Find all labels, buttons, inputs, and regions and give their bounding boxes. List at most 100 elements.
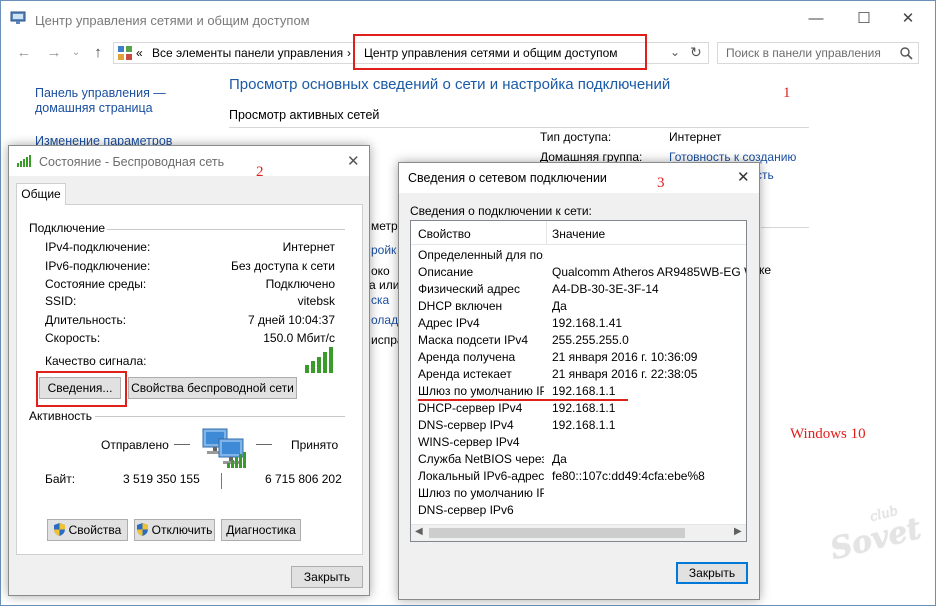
scroll-right-icon[interactable]: ▶ <box>734 526 742 537</box>
status-dialog: Состояние - Беспроводная сеть ✕ Общие По… <box>8 145 370 596</box>
back-arrow-icon[interactable]: ← <box>15 43 33 63</box>
access-type-label: Тип доступа: <box>540 130 612 144</box>
active-networks-label: Просмотр активных сетей <box>229 108 380 122</box>
breadcrumb-separator: › <box>347 46 351 60</box>
partial-text-2: метр <box>371 219 398 233</box>
row-duration-label: Длительность: <box>45 313 127 327</box>
control-panel-icon <box>118 46 132 60</box>
list-row[interactable]: Физический адрес A4-DB-30-3E-3F-14 <box>411 281 746 298</box>
sidebar-home-link-line2[interactable]: домашняя страница <box>35 101 153 115</box>
minimize-button[interactable]: — <box>801 9 831 29</box>
row-speed-value: 150.0 Мбит/с <box>263 331 335 345</box>
horizontal-scrollbar[interactable]: ◀ ▶ <box>411 524 746 541</box>
list-row[interactable]: Определенный для по... <box>411 247 746 264</box>
row-speed-label: Скорость: <box>45 331 101 345</box>
bytes-received-value: 6 715 806 202 <box>265 472 342 486</box>
list-row[interactable]: Адрес IPv4 192.168.1.41 <box>411 315 746 332</box>
signal-strength-icon <box>305 347 333 373</box>
status-close-icon[interactable]: ✕ <box>347 152 360 170</box>
window-title: Центр управления сетями и общим доступом <box>35 13 310 28</box>
column-header-value[interactable]: Значение <box>552 227 605 241</box>
breadcrumb-parent[interactable]: Все элементы панели управления <box>152 46 343 60</box>
list-row[interactable]: DNS-сервер IPv4 192.168.1.1 <box>411 417 746 434</box>
scrollbar-thumb[interactable] <box>429 528 685 538</box>
list-row[interactable]: Служба NetBIOS черезе... Да <box>411 451 746 468</box>
forward-arrow-icon[interactable]: → <box>45 43 63 63</box>
list-row[interactable]: Шлюз по умолчанию IP... <box>411 485 746 502</box>
watermark-logo: club Sovet <box>824 498 934 589</box>
breadcrumb-root[interactable]: « <box>136 46 143 60</box>
column-divider[interactable] <box>546 221 547 245</box>
row-value: 192.168.1.1 <box>552 401 616 415</box>
list-row[interactable]: Маска подсети IPv4 255.255.255.0 <box>411 332 746 349</box>
recent-pages-chevron-icon[interactable]: ⌄ <box>67 43 85 63</box>
partial-text-right: ке <box>759 263 772 277</box>
signal-bars-icon <box>17 155 31 167</box>
details-close-button[interactable]: Закрыть <box>676 562 748 584</box>
maximize-button[interactable]: ☐ <box>849 9 879 29</box>
connection-group-label: Подключение <box>29 221 106 235</box>
properties-button[interactable]: Свойства <box>47 519 128 541</box>
details-caption: Сведения о подключении к сети: <box>410 204 592 218</box>
section-divider-right <box>761 227 809 228</box>
row-value: Да <box>552 299 567 313</box>
list-row[interactable]: Аренда получена 21 января 2016 г. 10:36:0… <box>411 349 746 366</box>
row-ipv4-value: Интернет <box>282 240 335 254</box>
wireless-properties-button[interactable]: Свойства беспроводной сети <box>128 377 297 399</box>
list-row-default-gateway[interactable]: Шлюз по умолчанию IP... 192.168.1.1 <box>411 383 746 400</box>
tab-general[interactable]: Общие <box>16 183 66 205</box>
refresh-icon[interactable]: ↻ <box>690 44 702 61</box>
partial-text-5: а или <box>369 278 400 292</box>
list-row[interactable]: DNS-сервер IPv6 <box>411 502 746 519</box>
sidebar-home-link-line1[interactable]: Панель управления — <box>35 86 166 100</box>
list-row[interactable]: WINS-сервер IPv4 <box>411 434 746 451</box>
section-divider <box>229 127 809 128</box>
disable-button[interactable]: Отключить <box>134 519 215 541</box>
row-property: Адрес IPv4 <box>418 316 480 330</box>
properties-button-label: Свойства <box>68 523 122 537</box>
row-property: DNS-сервер IPv4 <box>418 418 514 432</box>
highlight-breadcrumb <box>353 34 647 70</box>
sent-label: Отправлено <box>101 438 169 452</box>
search-input[interactable]: Поиск в панели управления <box>717 42 919 64</box>
details-dialog-titlebar[interactable]: Сведения о сетевом подключении ✕ <box>399 163 759 193</box>
row-value: 21 января 2016 г. 22:38:05 <box>552 367 698 381</box>
annotation-1: 1 <box>783 85 791 101</box>
bytes-label: Байт: <box>45 472 76 486</box>
shield-icon <box>136 523 148 536</box>
row-duration-value: 7 дней 10:04:37 <box>247 313 335 327</box>
row-property: Определенный для по... <box>418 248 544 262</box>
scroll-left-icon[interactable]: ◀ <box>415 526 423 537</box>
row-value: A4-DB-30-3E-3F-14 <box>552 282 659 296</box>
partial-link-7[interactable]: олад <box>371 313 398 327</box>
list-row[interactable]: DHCP включен Да <box>411 298 746 315</box>
row-property: Маска подсети IPv4 <box>418 333 529 347</box>
details-list[interactable]: Свойство Значение Определенный для по...… <box>410 220 747 542</box>
details-close-icon[interactable]: ✕ <box>737 168 750 186</box>
address-dropdown-chevron-icon[interactable]: ⌄ <box>670 45 680 59</box>
connection-group-line <box>107 229 345 230</box>
list-row[interactable]: Аренда истекает 21 января 2016 г. 22:38:0… <box>411 366 746 383</box>
column-header-property[interactable]: Свойство <box>418 227 471 241</box>
close-window-button[interactable]: ✕ <box>893 9 923 29</box>
diagnostics-button[interactable]: Диагностика <box>221 519 301 541</box>
row-property: Служба NetBIOS черезе... <box>418 452 544 466</box>
row-ipv6-value: Без доступа к сети <box>231 259 335 273</box>
partial-link-3[interactable]: ройк <box>371 243 396 257</box>
signal-quality-label: Качество сигнала: <box>45 354 147 368</box>
shield-icon <box>53 523 65 536</box>
list-row[interactable]: DHCP-сервер IPv4 192.168.1.1 <box>411 400 746 417</box>
page-heading: Просмотр основных сведений о сети и наст… <box>229 76 671 93</box>
list-row[interactable]: Локальный IPv6-адрес... fe80::107c:dd49:4… <box>411 468 746 485</box>
search-icon[interactable] <box>900 47 913 60</box>
status-close-button[interactable]: Закрыть <box>291 566 363 588</box>
status-dialog-titlebar[interactable]: Состояние - Беспроводная сеть ✕ <box>9 146 369 176</box>
partial-link-6[interactable]: ска <box>371 293 389 307</box>
partial-text-4: око <box>371 264 390 278</box>
title-bar[interactable]: Центр управления сетями и общим доступом… <box>1 1 935 37</box>
up-arrow-icon[interactable]: ↑ <box>89 43 107 63</box>
access-type-value: Интернет <box>669 130 722 144</box>
row-property: Физический адрес <box>418 282 520 296</box>
row-property: Локальный IPv6-адрес... <box>418 469 544 483</box>
list-row[interactable]: Описание Qualcomm Atheros AR9485WB-EG Wir… <box>411 264 746 281</box>
